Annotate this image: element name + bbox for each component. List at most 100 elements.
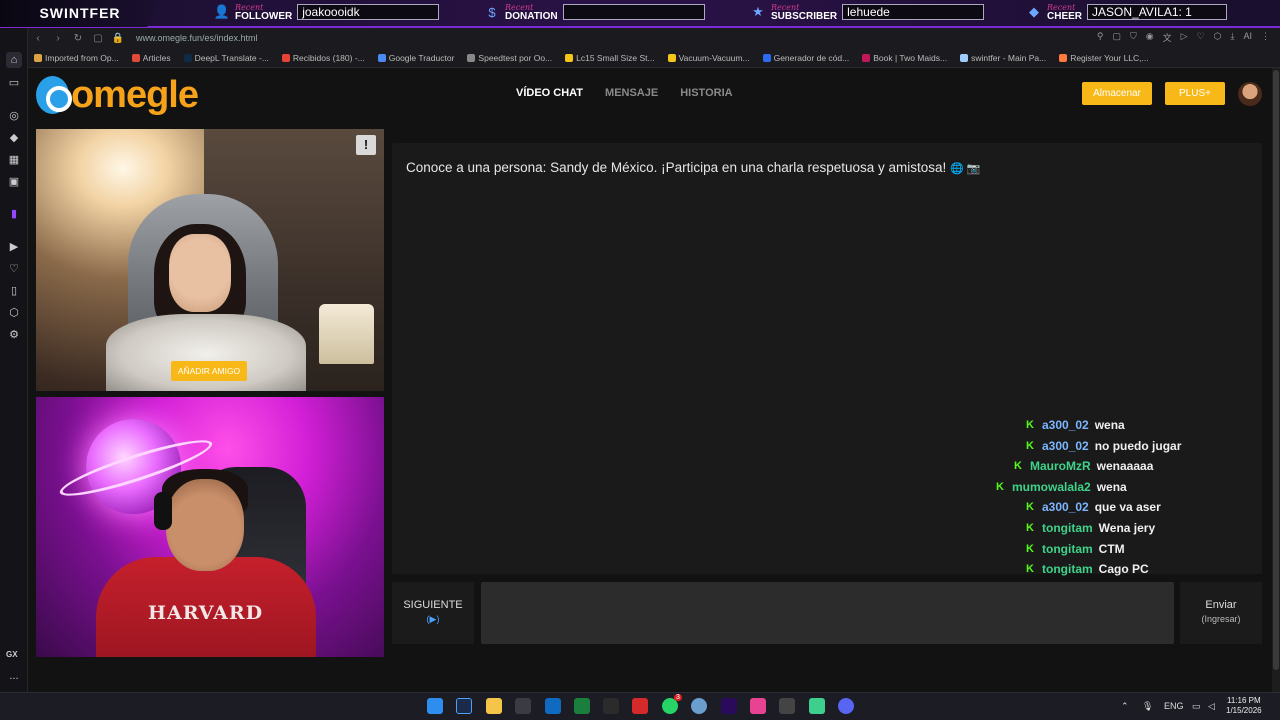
clock[interactable]: 11:16 PM 1/15/2026 bbox=[1226, 696, 1262, 716]
stream-chat-line: Ka300_02 wena bbox=[1026, 418, 1125, 432]
chat-username: MauroMzR bbox=[1030, 459, 1091, 474]
bookmark-item[interactable]: Google Traductor bbox=[377, 53, 454, 63]
store-button[interactable]: Almacenar bbox=[1082, 82, 1152, 105]
tab-icon[interactable]: ▢ bbox=[1112, 31, 1121, 44]
chat-message: Cago PC bbox=[1098, 562, 1149, 577]
windows-start-icon[interactable] bbox=[427, 698, 443, 714]
report-button[interactable]: ! bbox=[356, 135, 376, 155]
folder-icon[interactable] bbox=[486, 698, 502, 714]
back-icon[interactable]: ‹ bbox=[28, 33, 48, 44]
mic-icon[interactable]: 🎙 bbox=[1142, 701, 1153, 712]
menu-icon[interactable]: ⋮ bbox=[1261, 31, 1270, 44]
pin-icon[interactable]: ⚲ bbox=[1097, 31, 1104, 44]
bookmark-item[interactable]: Register Your LLC,... bbox=[1059, 53, 1149, 63]
bolt-icon[interactable] bbox=[632, 698, 648, 714]
outlook-icon[interactable] bbox=[545, 698, 561, 714]
note-icon[interactable]: ▯ bbox=[6, 283, 22, 299]
send-button[interactable]: Enviar (Ingresar) bbox=[1180, 582, 1262, 644]
next-button[interactable]: SIGUIENTE (▶) bbox=[392, 582, 474, 644]
reload-icon[interactable]: ↻ bbox=[68, 33, 88, 44]
bookmark-favicon-icon bbox=[377, 53, 386, 62]
tab-history[interactable]: HISTORIA bbox=[680, 87, 732, 99]
extension-icon[interactable]: ⬡ bbox=[1214, 31, 1222, 44]
bookmark-favicon-icon bbox=[960, 53, 969, 62]
chat-username: a300_02 bbox=[1042, 438, 1089, 453]
chat-message: CTM bbox=[1098, 541, 1125, 556]
globe-icon[interactable] bbox=[691, 698, 707, 714]
bookmark-item[interactable]: Speedtest por Oo... bbox=[467, 53, 552, 63]
overlay-brand: SWINTFER bbox=[0, 0, 160, 27]
play-icon[interactable]: ▶ bbox=[6, 239, 22, 255]
box-icon[interactable]: ▣ bbox=[6, 174, 22, 190]
app-icon[interactable] bbox=[809, 698, 825, 714]
url-field[interactable]: www.omegle.fun/es/index.html bbox=[136, 33, 258, 43]
page-scrollbar[interactable] bbox=[1272, 68, 1280, 692]
premiere-icon[interactable] bbox=[721, 698, 737, 714]
kick-badge-icon: K bbox=[1026, 563, 1034, 576]
mixer-icon[interactable] bbox=[779, 698, 795, 714]
chat-intro: Conoce a una persona: Sandy de México. ¡… bbox=[406, 160, 981, 175]
gallery-icon[interactable]: ▦ bbox=[6, 152, 22, 168]
droplet-icon: ◆ bbox=[1029, 4, 1039, 19]
bookmark-favicon-icon bbox=[762, 53, 771, 62]
heart-icon[interactable]: ♡ bbox=[6, 261, 22, 277]
camera-icon[interactable]: ◉ bbox=[1146, 31, 1154, 44]
bookmark-item[interactable]: Generador de cód... bbox=[762, 53, 849, 63]
store-icon[interactable] bbox=[515, 698, 531, 714]
tab-video-chat[interactable]: VÍDEO CHAT bbox=[516, 87, 583, 99]
more-icon[interactable]: ... bbox=[6, 668, 22, 684]
add-friend-button[interactable]: AÑADIR AMIGO bbox=[171, 361, 247, 381]
address-bar: ‹ › ↻ ▢ 🔒 www.omegle.fun/es/index.html ⚲… bbox=[28, 28, 1280, 48]
twitch-icon[interactable]: ▮ bbox=[6, 206, 22, 222]
settings-icon[interactable]: ⚙ bbox=[6, 327, 22, 343]
message-input[interactable] bbox=[481, 582, 1174, 644]
chat-message: que va aser bbox=[1094, 500, 1161, 515]
sheets-icon[interactable] bbox=[574, 698, 590, 714]
overlay-cheer-value: JASON_AVILA1: 1 bbox=[1087, 4, 1228, 20]
bookmark-item[interactable]: swintfer - Main Pa... bbox=[960, 53, 1046, 63]
chevron-up-icon[interactable]: ⌃ bbox=[1121, 701, 1129, 712]
bookmark-favicon-icon bbox=[183, 53, 192, 62]
bookmark-item[interactable]: Lc15 Small Size St... bbox=[565, 53, 655, 63]
lock-icon: 🔒 bbox=[111, 32, 125, 44]
bookmark-favicon-icon bbox=[467, 53, 476, 62]
plus-button[interactable]: PLUS+ bbox=[1165, 82, 1225, 105]
speed-icon[interactable]: ◎ bbox=[6, 108, 22, 124]
network-icon[interactable]: ▭ bbox=[1192, 701, 1201, 712]
volume-icon[interactable]: ◁ bbox=[1208, 701, 1215, 712]
heart-icon[interactable]: ♡ bbox=[1197, 31, 1205, 44]
ai-icon[interactable]: AI bbox=[1243, 31, 1252, 44]
forward-icon[interactable]: › bbox=[48, 33, 68, 44]
kick-badge-icon: K bbox=[1014, 460, 1022, 473]
hoodie-text: HARVARD bbox=[148, 602, 264, 624]
browser-icon[interactable] bbox=[456, 698, 472, 714]
language-indicator[interactable]: ENG bbox=[1164, 701, 1184, 711]
bookmark-label: swintfer - Main Pa... bbox=[971, 52, 1047, 63]
omegle-logo[interactable]: omegle bbox=[36, 76, 199, 114]
bookmark-item[interactable]: DeepL Translate -... bbox=[183, 53, 269, 63]
bookmark-item[interactable]: Recibidos (180) -... bbox=[281, 53, 365, 63]
bookmark-item[interactable]: Book | Two Maids... bbox=[862, 53, 947, 63]
camera-app-icon[interactable] bbox=[750, 698, 766, 714]
download-icon[interactable]: ⤓ bbox=[1231, 31, 1235, 44]
tab-message[interactable]: MENSAJE bbox=[605, 87, 658, 99]
kick-badge-icon: K bbox=[1026, 542, 1034, 555]
play-icon[interactable]: ▷ bbox=[1181, 31, 1188, 44]
kick-badge-icon: K bbox=[1026, 419, 1034, 431]
g-app-icon[interactable] bbox=[603, 698, 619, 714]
discord-icon[interactable] bbox=[838, 698, 854, 714]
home-icon[interactable]: ⌂ bbox=[6, 52, 22, 68]
shield-icon[interactable]: ⛉ bbox=[1130, 31, 1137, 44]
cube-icon[interactable]: ⬡ bbox=[6, 305, 22, 321]
bookmark-item[interactable]: Articles bbox=[131, 53, 171, 63]
bookmark-item[interactable]: Imported from Op... bbox=[34, 53, 119, 63]
avatar[interactable] bbox=[1238, 82, 1262, 106]
gamepad-icon[interactable]: ▭ bbox=[6, 75, 22, 91]
diamond-icon[interactable]: ◆ bbox=[6, 130, 22, 146]
logo-bubble-icon bbox=[36, 76, 72, 114]
gx-label[interactable]: GX bbox=[6, 650, 18, 659]
bookmark-item[interactable]: Vacuum-Vacuum... bbox=[667, 53, 750, 63]
stream-chat-line: Ktongitam Wena jery bbox=[1026, 521, 1155, 535]
snapshot-icon[interactable]: ▢ bbox=[88, 33, 108, 44]
translate-icon[interactable]: 文 bbox=[1163, 31, 1172, 44]
